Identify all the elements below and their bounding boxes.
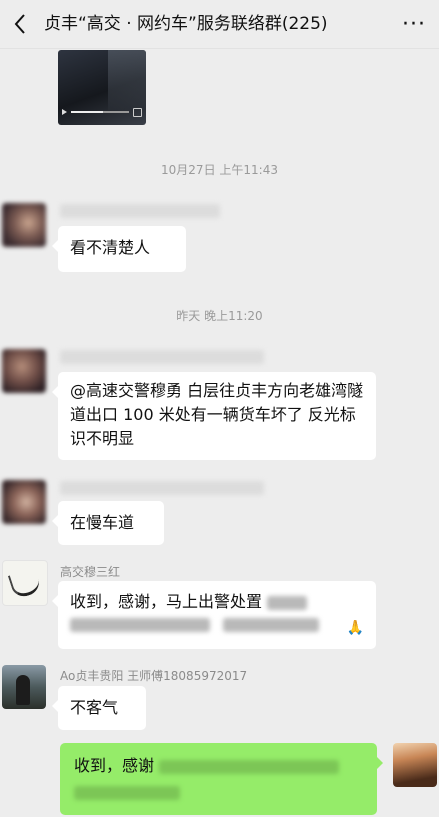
message-bubble[interactable]: 看不清楚人 — [52, 226, 186, 272]
redacted-text — [159, 759, 340, 774]
person-silhouette — [16, 675, 30, 705]
fullscreen-icon — [133, 107, 142, 117]
video-frame-shade — [108, 50, 146, 110]
sender-name: 高交穆三红 — [60, 565, 121, 579]
avatar[interactable] — [2, 349, 46, 393]
timestamp-divider: 10月27日 上午11:43 — [161, 163, 278, 177]
redacted-text — [74, 785, 180, 800]
chevron-left-icon — [14, 14, 25, 34]
message-bubble[interactable]: @高速交警穆勇 白层往贞丰方向老雄湾隧道出口 100 米处有一辆货车坏了 反光标… — [52, 372, 376, 460]
avatar[interactable] — [2, 480, 46, 524]
avatar[interactable] — [2, 203, 46, 247]
self-avatar[interactable] — [393, 743, 437, 787]
more-button[interactable]: ··· — [397, 10, 431, 38]
play-icon — [62, 109, 67, 115]
message-text: 不客气 — [70, 698, 119, 717]
sender-name-redacted — [60, 204, 220, 218]
self-message-bubble[interactable]: 收到，感谢 — [60, 743, 383, 815]
message-text: 看不清楚人 — [70, 238, 151, 257]
redacted-text — [267, 595, 308, 610]
message-text: 收到，感谢 — [74, 756, 155, 775]
message-text: @高速交警穆勇 白层往贞丰方向老雄湾隧道出口 100 米处有一辆货车坏了 反光标… — [70, 381, 364, 448]
message-text: 收到，感谢，马上出警处置 — [70, 592, 263, 611]
video-controls — [62, 107, 142, 117]
chat-title: 贞丰“高交 · 网约车”服务联络群(225) — [44, 14, 328, 34]
avatar[interactable] — [2, 665, 46, 709]
video-message-thumbnail[interactable] — [58, 50, 146, 125]
back-button[interactable] — [4, 6, 36, 42]
redacted-text — [70, 617, 210, 632]
message-text: 在慢车道 — [70, 513, 135, 532]
sender-name-redacted — [60, 350, 264, 364]
message-bubble[interactable]: 不客气 — [52, 686, 146, 730]
sender-name-redacted — [60, 481, 264, 495]
redacted-text — [223, 617, 320, 632]
more-dots-icon: ··· — [402, 11, 426, 37]
sender-name: Ao贞丰贵阳 王师傅18085972017 — [60, 669, 248, 683]
emoji: 🙏 — [346, 620, 364, 636]
video-progress-bar — [71, 111, 129, 113]
avatar[interactable] — [2, 560, 48, 606]
chat-header: 贞丰“高交 · 网约车”服务联络群(225) ··· — [0, 0, 439, 49]
brush-stroke-graphic — [7, 567, 43, 600]
message-bubble[interactable]: 在慢车道 — [52, 501, 164, 545]
timestamp-divider: 昨天 晚上11:20 — [176, 309, 263, 323]
message-bubble[interactable]: 收到，感谢，马上出警处置 🙏 — [52, 581, 376, 649]
